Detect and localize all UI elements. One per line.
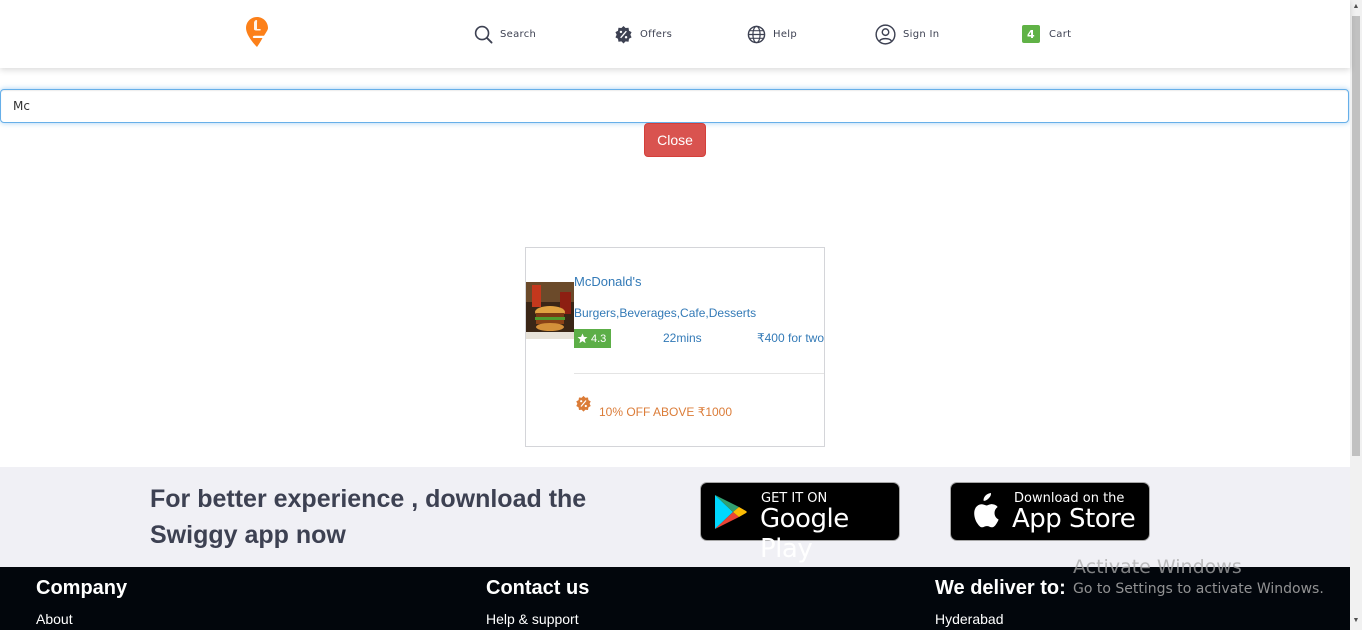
nav-cart[interactable]: 4 Cart [1022, 24, 1071, 44]
google-play-icon [715, 495, 747, 529]
cart-count-badge: 4 [1022, 25, 1040, 43]
footer-city-link[interactable]: Hyderabad [935, 611, 1004, 627]
nav-sign-in-label: Sign In [903, 28, 940, 40]
activate-windows-subtitle: Go to Settings to activate Windows. [1073, 581, 1324, 597]
nav-search-label: Search [500, 28, 537, 40]
offer-badge-icon [576, 395, 591, 412]
star-icon [577, 333, 588, 344]
rating-value: 4.3 [591, 332, 607, 345]
nav-help[interactable]: Help [747, 24, 797, 44]
card-divider [574, 373, 824, 374]
rating-badge: 4.3 [574, 329, 611, 348]
app-store-button[interactable]: Download on the App Store [950, 482, 1150, 541]
footer-help-support-link[interactable]: Help & support [486, 611, 579, 627]
offers-icon [615, 25, 632, 44]
app-promo-section: For better experience , download the Swi… [0, 467, 1350, 567]
google-play-big-text: Google Play [760, 504, 849, 564]
activate-windows-title: Activate Windows [1073, 556, 1242, 578]
footer-contact-heading: Contact us [486, 577, 590, 599]
footer-about-link[interactable]: About [36, 611, 73, 627]
promo-text: For better experience , download the Swi… [150, 485, 587, 549]
footer-deliver-heading: We deliver to: [935, 577, 1066, 599]
search-icon [474, 25, 493, 43]
nav-sign-in[interactable]: Sign In [875, 23, 940, 45]
nav-cart-label: Cart [1049, 28, 1072, 40]
nav-offers-label: Offers [640, 28, 673, 40]
scroll-thumb[interactable] [1352, 16, 1360, 456]
swiggy-logo-icon[interactable] [246, 17, 268, 47]
price-for-two: ₹400 for two [757, 331, 825, 345]
nav-search[interactable]: Search [474, 24, 536, 44]
restaurant-card[interactable]: McDonald's Burgers,Beverages,Cafe,Desser… [525, 247, 825, 447]
close-button[interactable]: Close [644, 123, 706, 157]
search-input[interactable] [0, 89, 1349, 123]
help-globe-icon [747, 25, 766, 43]
page-scrollbar[interactable]: ▲ ▼ [1350, 0, 1362, 630]
delivery-time: 22mins [663, 331, 702, 345]
scroll-down-arrow-icon[interactable]: ▼ [1352, 617, 1360, 627]
top-header: Search Offers Help Sign In 4 Cart [0, 0, 1350, 68]
restaurant-image [526, 282, 574, 339]
footer-company-heading: Company [36, 577, 128, 599]
offer-text: 10% OFF ABOVE ₹1000 [599, 405, 733, 419]
user-icon [875, 23, 896, 45]
google-play-button[interactable]: GET IT ON Google Play [700, 482, 900, 564]
restaurant-name[interactable]: McDonald's [574, 274, 642, 289]
scroll-up-arrow-icon[interactable]: ▲ [1352, 3, 1360, 13]
restaurant-cuisines: Burgers,Beverages,Cafe,Desserts [574, 306, 757, 320]
apple-icon [974, 493, 999, 528]
app-store-big-text: App Store [1012, 504, 1136, 534]
nav-offers[interactable]: Offers [614, 24, 672, 44]
nav-help-label: Help [773, 28, 797, 40]
